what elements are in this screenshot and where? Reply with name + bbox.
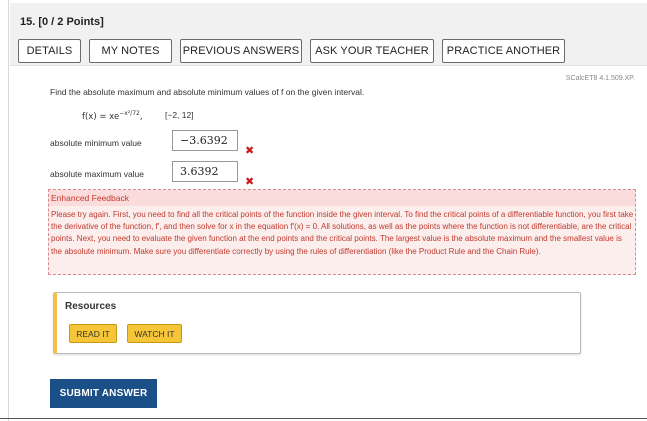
submit-answer-button[interactable]: SUBMIT ANSWER: [50, 379, 157, 408]
question-source: SCalcET8 4.1.509.XP.: [565, 75, 635, 82]
enhanced-feedback: Enhanced Feedback Please try again. Firs…: [48, 189, 636, 275]
formula-comma: ,: [139, 111, 143, 122]
formula-lhs: f(x) = xe: [82, 111, 120, 122]
max-value-input[interactable]: 3.6392: [172, 161, 238, 182]
interval: [−2, 12]: [165, 110, 194, 120]
my-notes-button[interactable]: MY NOTES: [89, 39, 172, 63]
read-it-button[interactable]: READ IT: [69, 324, 117, 343]
min-value-input[interactable]: −3.6392: [172, 130, 238, 151]
formula-exponent: −x²/72: [119, 110, 140, 117]
function-formula: f(x) = xe−x²/72,: [82, 110, 143, 122]
resources-panel: Resources READ IT WATCH IT: [53, 292, 581, 354]
question-prompt: Find the absolute maximum and absolute m…: [50, 87, 365, 97]
max-incorrect-icon: ✖: [245, 176, 255, 188]
feedback-title: Enhanced Feedback: [49, 190, 635, 206]
bottom-divider: [0, 418, 647, 419]
previous-answers-button[interactable]: PREVIOUS ANSWERS: [180, 39, 302, 63]
question-header: 15. [0 / 2 Points] DETAILS MY NOTES PREV…: [10, 3, 647, 66]
min-incorrect-icon: ✖: [245, 145, 255, 157]
min-value-label: absolute minimum value: [50, 138, 142, 148]
ask-teacher-button[interactable]: ASK YOUR TEACHER: [310, 39, 434, 63]
watch-it-button[interactable]: WATCH IT: [127, 324, 182, 343]
details-button[interactable]: DETAILS: [18, 39, 81, 63]
resources-title: Resources: [65, 301, 117, 312]
max-value-label: absolute maximum value: [50, 169, 145, 179]
feedback-text: Please try again. First, you need to fin…: [51, 210, 634, 256]
practice-another-button[interactable]: PRACTICE ANOTHER: [442, 39, 565, 63]
question-title: 15. [0 / 2 Points]: [20, 16, 104, 28]
